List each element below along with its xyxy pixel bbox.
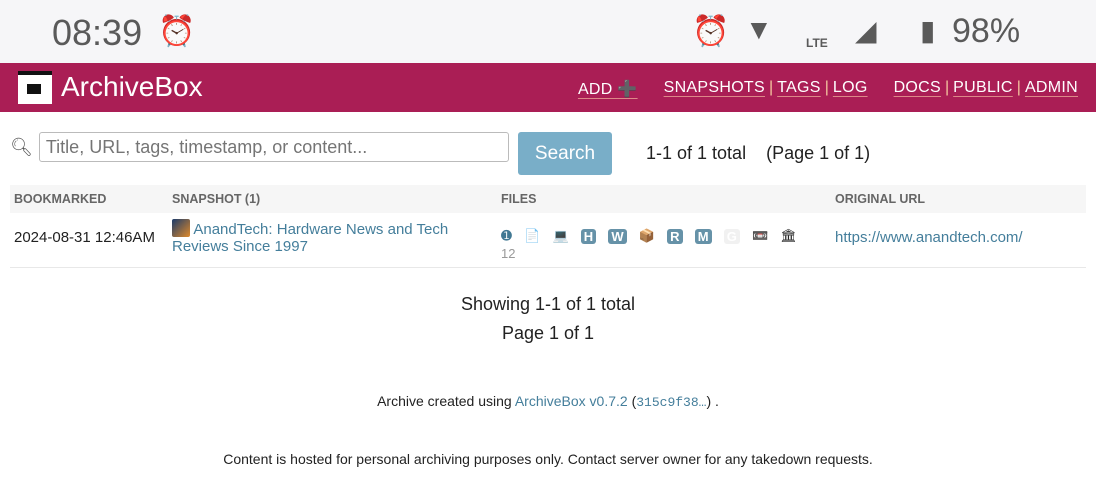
git-icon[interactable]: G (723, 228, 740, 244)
document-icon[interactable]: 📄 (524, 228, 540, 244)
mercury-icon[interactable]: M (694, 228, 712, 244)
nav-admin[interactable]: ADMIN (1025, 79, 1078, 99)
header: ArchiveBox ADD ➕ SNAPSHOTS | TAGS | LOG DO… (0, 63, 1096, 112)
search-form: 🔍︎ (10, 132, 509, 162)
nav-snapshots[interactable]: SNAPSHOTS (664, 79, 765, 99)
header-snapshot[interactable]: SNAPSHOT (1) (168, 185, 497, 213)
archivebox-version-link[interactable]: ArchiveBox v0.7.2 (515, 393, 628, 409)
battery-level: 98% (952, 12, 1021, 50)
clock: 08:39 (52, 12, 143, 53)
footer-disclaimer: Content is hosted for personal archiving… (223, 451, 873, 467)
files-count[interactable]: 12 (501, 246, 515, 261)
status-bar: 08:39 ⏰ ⏰ ▼ LTE ◢ ▮ 98% (0, 0, 1096, 63)
search-button[interactable]: Search (518, 132, 612, 175)
html-icon[interactable]: H (580, 228, 597, 244)
files-cell: ➊ 📄 💻 H W 📦 R M G 📼 🏛 12 (497, 213, 831, 269)
count-text: 1-1 of 1 total (646, 143, 747, 163)
footer-credit: Archive created using ArchiveBox v0.7.2 … (377, 393, 719, 410)
archivebox-logo-icon[interactable] (18, 71, 52, 104)
battery-icon: ▮ (920, 15, 936, 46)
snapshot-cell: AnandTech: Hardware News and Tech Review… (168, 213, 497, 269)
brand[interactable]: ArchiveBox (61, 71, 203, 103)
header-original-url[interactable]: ORIGINAL URL (831, 185, 1086, 213)
favicon-icon (172, 219, 190, 237)
archive-org-icon[interactable]: 🏛 (780, 228, 797, 244)
wifi-icon: ▼ (745, 14, 773, 45)
pagination-showing: Showing 1-1 of 1 total (460, 294, 636, 314)
search-input[interactable] (38, 132, 509, 162)
wget-icon[interactable]: W (608, 228, 627, 244)
original-url-link[interactable]: https://www.anandtech.com/ (835, 229, 1023, 246)
alarm-icon: ⏰ (692, 15, 730, 48)
page-text: (Page 1 of 1) (766, 143, 871, 163)
table-row: 2024-08-31 12:46AM AnandTech: Hardware N… (10, 213, 1086, 269)
header-files[interactable]: FILES (497, 185, 831, 213)
search-icon: 🔍︎ (10, 136, 33, 157)
snapshot-title-link[interactable]: AnandTech: Hardware News and Tech Review… (172, 221, 448, 255)
nav-docs[interactable]: DOCS (894, 79, 941, 99)
alarm-icon: ⏰ (158, 15, 196, 48)
nav-tags[interactable]: TAGS (777, 79, 821, 99)
media-icon[interactable]: 📼 (752, 228, 768, 244)
header-bookmarked[interactable]: BOOKMARKED (10, 185, 168, 213)
package-icon[interactable]: 📦 (639, 228, 655, 244)
pagination-page: Page 1 of 1 (501, 323, 595, 343)
bookmarked-date: 2024-08-31 12:46AM (10, 213, 168, 269)
index-icon[interactable]: ➊ (501, 228, 512, 244)
snapshots-table: BOOKMARKED SNAPSHOT (1) FILES ORIGINAL U… (10, 185, 1086, 269)
commit-hash[interactable]: 315c9f38… (636, 395, 706, 410)
nav-log[interactable]: LOG (833, 79, 868, 99)
laptop-icon[interactable]: 💻 (552, 228, 568, 244)
nav: ADD ➕ SNAPSHOTS | TAGS | LOG DOCS | PUBLIC |… (577, 79, 1078, 99)
lte-label: LTE (806, 36, 828, 50)
readability-icon[interactable]: R (667, 228, 683, 244)
signal-icon: ◢ (855, 15, 877, 46)
footer-prefix: Archive created using (377, 393, 512, 409)
nav-public[interactable]: PUBLIC (953, 79, 1013, 99)
result-count: 1-1 of 1 total (Page 1 of 1) (646, 143, 870, 164)
nav-add[interactable]: ADD ➕ (578, 79, 638, 99)
